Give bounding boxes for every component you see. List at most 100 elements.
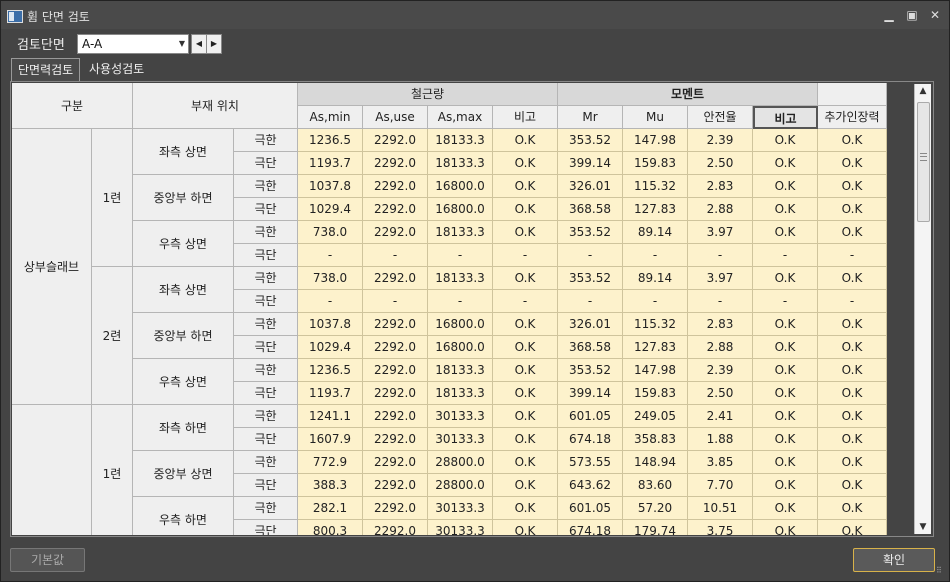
table-cell: 148.94: [623, 451, 688, 474]
column-header: As,use: [363, 106, 428, 129]
table-cell: O.K: [753, 359, 818, 382]
table-cell: O.K: [493, 267, 558, 290]
prev-section-button[interactable]: ◀: [191, 34, 207, 54]
section-select[interactable]: A-A ▼: [77, 34, 189, 54]
span-label: 2련: [92, 267, 133, 405]
table-cell: 1037.8: [298, 313, 363, 336]
table-cell: 2292.0: [363, 451, 428, 474]
table-cell: O.K: [493, 336, 558, 359]
vertical-scrollbar[interactable]: ▲ ▼: [914, 84, 931, 534]
table-cell: 674.18: [558, 520, 623, 535]
table-cell: 16800.0: [428, 198, 493, 221]
table-cell: 147.98: [623, 129, 688, 152]
table-cell: 18133.3: [428, 129, 493, 152]
default-values-button[interactable]: 기본값: [10, 548, 85, 572]
row-type-label: 극단: [234, 290, 298, 313]
table-cell: 2292.0: [363, 497, 428, 520]
span-label: 1련: [92, 129, 133, 267]
row-type-label: 극한: [234, 175, 298, 198]
table-cell: 1193.7: [298, 152, 363, 175]
row-type-label: 극한: [234, 497, 298, 520]
scroll-down-icon[interactable]: ▼: [915, 520, 931, 534]
table-cell: O.K: [753, 267, 818, 290]
column-header: 비고: [753, 106, 818, 129]
column-header: 추가인장력: [818, 106, 887, 129]
table-cell: -: [363, 244, 428, 267]
ok-button[interactable]: 확인: [853, 548, 935, 572]
table-cell: 399.14: [558, 382, 623, 405]
table-cell: 89.14: [623, 267, 688, 290]
group-label: 상부슬래브: [12, 129, 92, 405]
table-cell: 28800.0: [428, 474, 493, 497]
minimize-icon[interactable]: ▁: [881, 7, 897, 23]
table-cell: 399.14: [558, 152, 623, 175]
table-cell: O.K: [493, 359, 558, 382]
table-cell: O.K: [493, 221, 558, 244]
row-type-label: 극단: [234, 382, 298, 405]
table-cell: O.K: [818, 152, 887, 175]
table-cell: O.K: [818, 497, 887, 520]
table-cell: 30133.3: [428, 405, 493, 428]
table-cell: -: [298, 244, 363, 267]
table-cell: O.K: [493, 497, 558, 520]
table-cell: O.K: [493, 152, 558, 175]
column-header: 안전율: [688, 106, 753, 129]
table-cell: O.K: [753, 336, 818, 359]
row-type-label: 극단: [234, 520, 298, 535]
table-cell: -: [688, 290, 753, 313]
table-cell: 368.58: [558, 336, 623, 359]
table-cell: -: [428, 244, 493, 267]
table-cell: O.K: [753, 497, 818, 520]
table-cell: O.K: [753, 313, 818, 336]
row-type-label: 극한: [234, 313, 298, 336]
table-cell: 18133.3: [428, 267, 493, 290]
app-icon: [7, 10, 23, 23]
tab-serviceability-check[interactable]: 사용성검토: [83, 58, 150, 80]
maximize-icon[interactable]: ▣: [904, 7, 920, 23]
table-cell: -: [623, 244, 688, 267]
table-cell: 388.3: [298, 474, 363, 497]
table-cell: 2292.0: [363, 267, 428, 290]
row-type-label: 극한: [234, 267, 298, 290]
table-cell: -: [818, 244, 887, 267]
section-select-value: A-A: [82, 37, 103, 51]
table-cell: 10.51: [688, 497, 753, 520]
table-cell: O.K: [818, 198, 887, 221]
scroll-up-icon[interactable]: ▲: [915, 84, 931, 98]
table-cell: O.K: [493, 175, 558, 198]
table-cell: O.K: [818, 359, 887, 382]
header-moment: 모멘트: [558, 83, 818, 106]
table-cell: 179.74: [623, 520, 688, 535]
close-icon[interactable]: ✕: [927, 7, 943, 23]
table-cell: 738.0: [298, 221, 363, 244]
table-cell: O.K: [493, 129, 558, 152]
table-cell: 2292.0: [363, 129, 428, 152]
table-cell: O.K: [493, 520, 558, 535]
table-cell: O.K: [493, 382, 558, 405]
table-cell: 2292.0: [363, 359, 428, 382]
table-cell: 1193.7: [298, 382, 363, 405]
table-cell: 16800.0: [428, 336, 493, 359]
resize-grip-icon[interactable]: ⠿: [936, 567, 946, 578]
tab-strength-check[interactable]: 단면력검토: [11, 58, 81, 81]
table-cell: 1241.1: [298, 405, 363, 428]
table-cell: 3.75: [688, 520, 753, 535]
table-cell: 1236.5: [298, 359, 363, 382]
table-cell: 159.83: [623, 382, 688, 405]
section-label: 검토단면: [17, 38, 65, 53]
table-cell: 2292.0: [363, 520, 428, 535]
table-cell: 18133.3: [428, 152, 493, 175]
table-cell: 2292.0: [363, 382, 428, 405]
tab-panel: 구분 부재 위치 철근량 모멘트 As,min As,use As,max 비고 Mr Mu 안전율…: [10, 81, 934, 537]
next-section-button[interactable]: ▶: [206, 34, 222, 54]
table-cell: O.K: [818, 313, 887, 336]
row-type-label: 극한: [234, 359, 298, 382]
table-cell: -: [688, 244, 753, 267]
scrollbar-thumb[interactable]: [917, 102, 930, 222]
table-cell: 2.83: [688, 313, 753, 336]
table-cell: O.K: [753, 221, 818, 244]
row-type-label: 극단: [234, 474, 298, 497]
position-label: 중앙부 하면: [133, 175, 234, 221]
table-cell: O.K: [753, 428, 818, 451]
header-rebar: 철근량: [298, 83, 558, 106]
